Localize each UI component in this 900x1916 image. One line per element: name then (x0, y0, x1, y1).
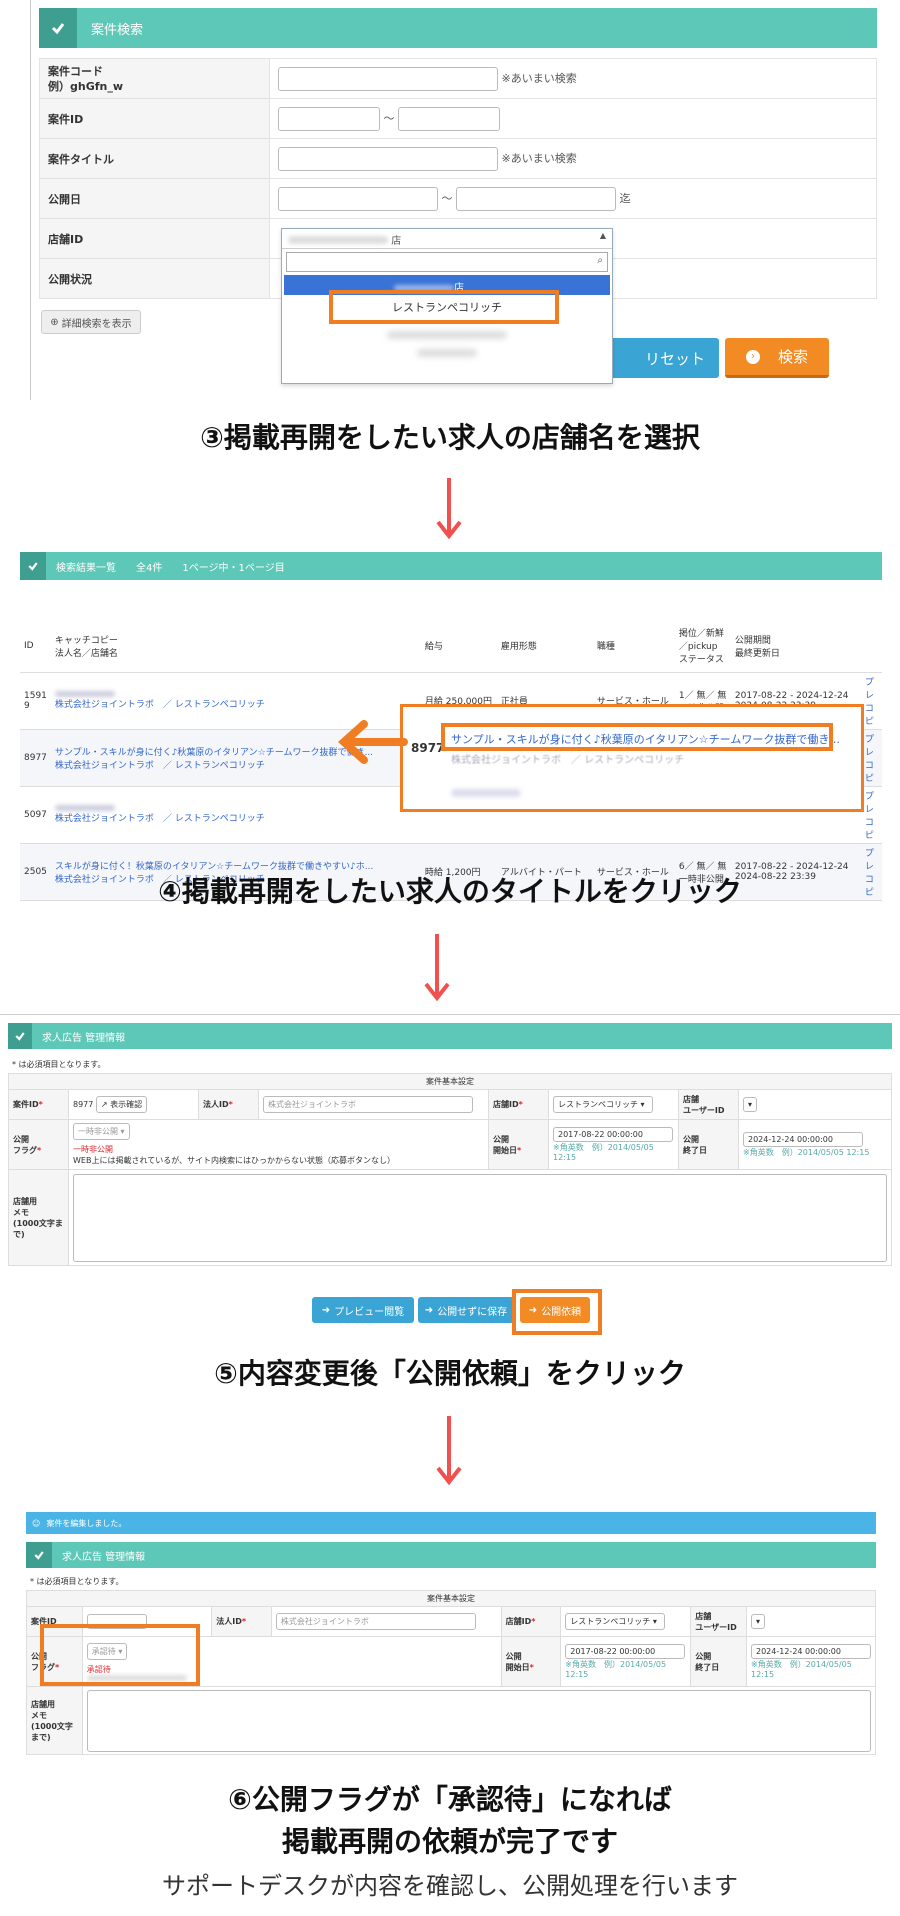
search-small-icon: ⊕ (50, 316, 59, 328)
start-date-input[interactable]: 2017-08-22 00:00:00 (565, 1644, 686, 1659)
step4-caption: ④掲載再開をしたい求人のタイトルをクリック (158, 875, 742, 908)
label-case-title: 案件タイトル (39, 138, 270, 179)
reset-button[interactable]: リセット (609, 338, 719, 378)
edit-header: 求人広告 管理情報 (8, 1023, 892, 1049)
store-user-select[interactable]: ▾ (743, 1097, 758, 1112)
form-row-date: 公開日 〜 迄 (39, 178, 877, 219)
corp-select[interactable]: 株式会社ジョイントラボ (263, 1096, 473, 1113)
date-to-input[interactable] (456, 186, 616, 211)
result-panel: ☺ 案件を編集しました。 求人広告 管理情報 * は必須項目となります。 案件基本… (26, 1512, 877, 1762)
store-search-input[interactable]: ⌕ (286, 252, 608, 272)
step6-line3: サポートデスクが内容を確認し、公開処理を行います (162, 1872, 738, 1900)
form-row-code: 案件コード 例）ghGfn_w ※あいまい検索 (39, 58, 877, 99)
edit-panel: 求人広告 管理情報 * は必須項目となります。 案件基本設定 案件ID* 897… (0, 1014, 900, 1336)
detail-search-button[interactable]: ⊕ 詳細検索を表示 (41, 310, 141, 334)
save-without-publish-button[interactable]: ➜ 公開せずに保存 (418, 1297, 514, 1323)
case-code-input[interactable] (278, 66, 498, 91)
arrow-circle-icon: ➜ (424, 1304, 434, 1316)
left-arrow-icon (338, 720, 408, 764)
search-header: 案件検索 (39, 8, 877, 48)
arrow-circle-icon: › (745, 349, 760, 364)
down-arrow-icon (424, 934, 450, 1002)
search-header-title: 案件検索 (91, 22, 144, 38)
label-store-id: 店舗ID (39, 218, 270, 259)
arrow-circle-icon: ➜ (321, 1304, 331, 1316)
edit-table: 案件基本設定 案件ID* 8977 ↗ 表示確認 法人ID* 株式会社ジョイント… (8, 1073, 892, 1266)
preview-button[interactable]: ➜ プレビュー閲覧 (312, 1297, 414, 1323)
results-header-row: ID キャッチコピー 法人名／店舗名 給与 雇用形態 職種 掲位／新鮮 ／pic… (20, 620, 882, 673)
step6-line2: 掲載再開の依頼が完了です (281, 1825, 618, 1858)
smile-icon: ☺ (32, 1518, 41, 1528)
case-id-from-input[interactable] (278, 106, 380, 131)
step3-caption: ③掲載再開をしたい求人の店舗名を選択 (200, 421, 700, 454)
form-row-title: 案件タイトル ※あいまい検索 (39, 138, 877, 179)
store-select[interactable]: レストランペコリッチ ▾ (553, 1096, 653, 1113)
label-publish-status: 公開状況 (39, 258, 270, 299)
check-icon (8, 1023, 32, 1049)
check-icon (20, 552, 46, 580)
down-arrow-icon (436, 1416, 462, 1486)
case-title-input[interactable] (278, 146, 498, 171)
result-header: 求人広告 管理情報 (26, 1542, 876, 1568)
highlight-title (441, 723, 833, 751)
search-icon: ⌕ (597, 255, 603, 266)
label-code: 案件コード 例）ghGfn_w (39, 58, 270, 99)
highlight-publish-flag (40, 1624, 200, 1686)
end-date-input[interactable]: 2024-12-24 00:00:00 (743, 1131, 863, 1147)
case-id-to-input[interactable] (398, 106, 500, 131)
search-button[interactable]: › 検索 (725, 338, 829, 378)
display-check-button[interactable]: ↗ 表示確認 (95, 1096, 148, 1113)
check-icon (26, 1542, 52, 1568)
form-row-id: 案件ID 〜 (39, 98, 877, 139)
external-link-icon: ↗ (100, 1100, 108, 1109)
zoom-callout: 8977 サンプル・スキルが身に付く♪秋葉原のイタリアン☆チームワーク抜群で働き… (400, 704, 864, 812)
highlight-publish-button (512, 1289, 602, 1335)
results-panel: 検索結果一覧 全4件 1ページ中・1ページ目 ID キャッチコピー 法人名／店舗… (20, 552, 882, 901)
blurred-option[interactable] (387, 331, 507, 339)
memo-textarea[interactable] (73, 1173, 887, 1262)
step5-caption: ⑤内容変更後「公開依頼」をクリック (214, 1357, 686, 1390)
start-date-input[interactable]: 2017-08-22 00:00:00 (553, 1127, 673, 1142)
blurred-option[interactable] (417, 349, 477, 357)
publish-flag-select[interactable]: 一時非公開 ▾ (73, 1123, 130, 1140)
caret-up-icon: ▲ (599, 231, 606, 240)
success-alert: ☺ 案件を編集しました。 (26, 1512, 876, 1534)
highlight-store-option (329, 290, 559, 324)
required-note: * は必須項目となります。 (12, 1060, 106, 1069)
end-date-input[interactable]: 2024-12-24 00:00:00 (751, 1644, 871, 1659)
results-header: 検索結果一覧 全4件 1ページ中・1ページ目 (20, 552, 882, 580)
fuzzy-note: ※あいまい検索 (501, 71, 577, 85)
label-publish-date: 公開日 (39, 178, 270, 219)
memo-textarea[interactable] (86, 1689, 871, 1752)
store-select[interactable]: レストランペコリッチ ▾ (565, 1613, 666, 1630)
store-user-select[interactable]: ▾ (751, 1614, 766, 1629)
store-select-current[interactable]: 店 ▲ (282, 229, 612, 249)
search-panel: 案件検索 案件コード 例）ghGfn_w ※あいまい検索 案件ID 〜 案件タイ… (30, 0, 880, 400)
label-case-id: 案件ID (39, 98, 270, 139)
corp-select[interactable]: 株式会社ジョイントラボ (275, 1613, 476, 1630)
date-from-input[interactable] (278, 186, 438, 211)
check-icon (39, 8, 77, 48)
step6-line1: ⑥公開フラグが「承認待」になれば (228, 1783, 672, 1816)
down-arrow-icon (436, 478, 462, 540)
